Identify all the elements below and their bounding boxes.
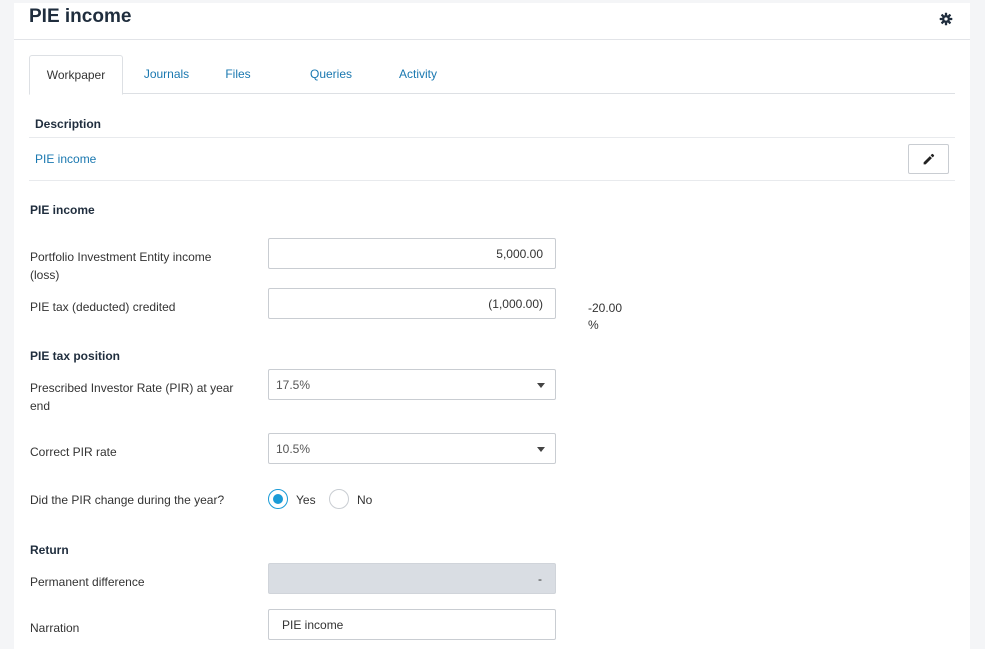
pir-change-yes-label[interactable]: Yes [296, 493, 316, 507]
page-header: PIE income [14, 3, 970, 40]
tax-percentage: -20.00 % [588, 300, 622, 334]
pencil-icon [923, 153, 935, 165]
correct-pir-label: Correct PIR rate [30, 445, 117, 459]
divider [29, 180, 955, 181]
pir-change-no-radio[interactable] [329, 489, 349, 509]
tab-journals[interactable]: Journals [139, 55, 194, 94]
edit-button[interactable] [908, 144, 949, 174]
entity-income-label: Portfolio Investment Entity income (loss… [30, 250, 212, 282]
narration-input[interactable]: PIE income [268, 609, 556, 640]
return-heading: Return [30, 543, 69, 557]
pie-tax-position-heading: PIE tax position [30, 349, 121, 363]
pir-value: 17.5% [276, 378, 311, 392]
tax-credited-input[interactable]: (1,000.00) [268, 288, 556, 319]
entity-income-input[interactable]: 5,000.00 [268, 238, 556, 269]
narration-value: PIE income [282, 618, 344, 632]
permanent-difference-label: Permanent difference [30, 575, 145, 589]
tab-workpaper[interactable]: Workpaper [29, 55, 123, 95]
entity-income-value: 5,000.00 [496, 247, 543, 261]
correct-pir-value: 10.5% [276, 442, 311, 456]
narration-label: Narration [30, 621, 80, 635]
gear-icon[interactable] [939, 12, 953, 26]
tab-activity[interactable]: Activity [394, 55, 442, 94]
tab-queries[interactable]: Queries [305, 55, 357, 94]
description-heading: Description [35, 117, 102, 131]
caret-down-icon [537, 383, 545, 388]
tax-percentage-unit: % [588, 318, 599, 332]
workpaper-card: PIE income Workpaper Journals Files Quer… [14, 3, 970, 649]
description-link[interactable]: PIE income [35, 152, 96, 166]
pir-change-label: Did the PIR change during the year? [30, 493, 225, 507]
pir-label: Prescribed Investor Rate (PIR) at year e… [30, 381, 234, 413]
divider [29, 137, 955, 138]
page-title: PIE income [29, 6, 132, 27]
tax-percentage-value: -20.00 [588, 301, 623, 315]
pie-income-heading: PIE income [30, 203, 95, 217]
pir-select[interactable]: 17.5% [268, 369, 556, 400]
tax-credited-label: PIE tax (deducted) credited [30, 300, 176, 314]
caret-down-icon [537, 447, 545, 452]
tab-files[interactable]: Files [222, 55, 254, 94]
pir-change-yes-radio[interactable] [268, 489, 288, 509]
pir-change-no-label[interactable]: No [357, 493, 372, 507]
tab-bar: Workpaper Journals Files Queries Activit… [29, 55, 955, 95]
tax-credited-value: (1,000.00) [488, 297, 543, 311]
permanent-difference-field: - [268, 563, 556, 594]
permanent-difference-value: - [538, 572, 542, 586]
correct-pir-select[interactable]: 10.5% [268, 433, 556, 464]
